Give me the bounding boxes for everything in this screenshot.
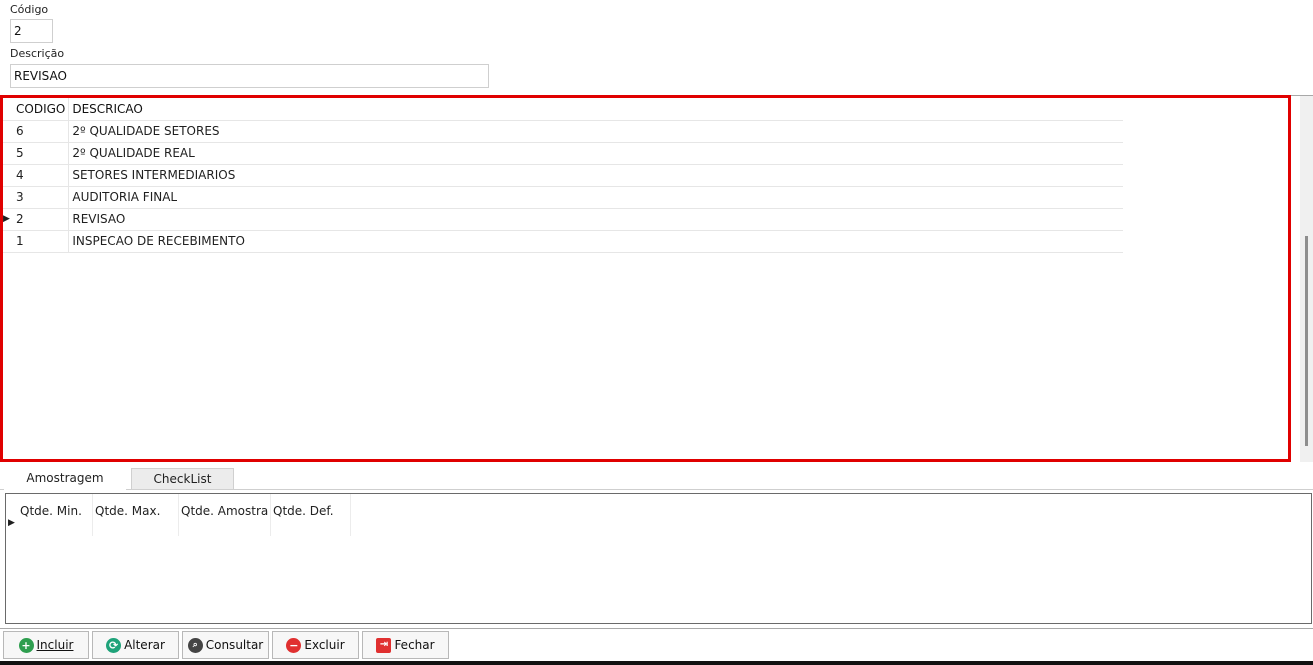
column-divider: [350, 494, 351, 536]
column-header-descricao[interactable]: DESCRICAO: [68, 98, 1123, 121]
row-indicator: [3, 186, 13, 209]
grid-header-row: CODIGO DESCRICAO: [3, 98, 1123, 121]
column-header-qtde-min[interactable]: Qtde. Min.: [20, 504, 82, 518]
consultar-label: Consultar: [205, 638, 264, 652]
vertical-scrollbar[interactable]: [1300, 96, 1313, 462]
incluir-button[interactable]: + Incluir: [3, 631, 89, 659]
plus-circle-icon: +: [18, 637, 34, 653]
row-indicator: [3, 164, 13, 187]
consultar-button[interactable]: ⌕ Consultar: [182, 631, 269, 659]
table-row[interactable]: 1 INSPECAO DE RECEBIMENTO: [3, 230, 1123, 253]
row-indicator: [3, 230, 13, 253]
column-divider: [178, 494, 179, 536]
column-header-qtde-max[interactable]: Qtde. Max.: [95, 504, 160, 518]
excluir-label: Excluir: [304, 638, 345, 652]
current-row-arrow-icon: ▶: [8, 518, 15, 528]
window-bottom-edge: [0, 661, 1313, 665]
cell-descricao: AUDITORIA FINAL: [68, 186, 1123, 209]
cell-descricao: 2º QUALIDADE REAL: [68, 142, 1123, 165]
cell-descricao: SETORES INTERMEDIARIOS: [68, 164, 1123, 187]
exit-icon: ⇥: [376, 637, 392, 653]
codigo-label: Código: [10, 3, 49, 16]
column-header-qtde-def[interactable]: Qtde. Def.: [273, 504, 334, 518]
column-divider: [270, 494, 271, 536]
column-header-qtde-amostra[interactable]: Qtde. Amostra: [181, 504, 268, 518]
cell-descricao: INSPECAO DE RECEBIMENTO: [68, 230, 1123, 253]
column-header-codigo[interactable]: CODIGO: [13, 98, 70, 121]
cell-codigo: 2: [13, 208, 70, 231]
tab-strip: Amostragem CheckList: [0, 466, 1313, 490]
tab-amostragem[interactable]: Amostragem: [4, 466, 126, 490]
table-row[interactable]: 5 2º QUALIDADE REAL: [3, 142, 1123, 165]
alterar-label: Alterar: [124, 638, 165, 652]
alterar-button[interactable]: ⟳ Alterar: [92, 631, 179, 659]
table-row[interactable]: ▶ 2 REVISAO: [3, 208, 1123, 231]
minus-circle-icon: −: [286, 637, 302, 653]
tab-checklist[interactable]: CheckList: [131, 468, 234, 490]
table-row[interactable]: 3 AUDITORIA FINAL: [3, 186, 1123, 209]
cell-codigo: 3: [13, 186, 70, 209]
codigo-field[interactable]: 2: [10, 19, 53, 43]
row-indicator: [3, 120, 13, 143]
cell-codigo: 1: [13, 230, 70, 253]
fechar-button[interactable]: ⇥ Fechar: [362, 631, 449, 659]
refresh-icon: ⟳: [106, 637, 122, 653]
cell-codigo: 6: [13, 120, 70, 143]
table-row[interactable]: 6 2º QUALIDADE SETORES: [3, 120, 1123, 143]
row-indicator: [3, 98, 13, 121]
incluir-label: Incluir: [36, 638, 74, 652]
fechar-label: Fechar: [394, 638, 435, 652]
descricao-field[interactable]: REVISAO: [10, 64, 489, 88]
main-grid[interactable]: CODIGO DESCRICAO 6 2º QUALIDADE SETORES …: [3, 98, 1123, 253]
table-row[interactable]: 4 SETORES INTERMEDIARIOS: [3, 164, 1123, 187]
current-row-arrow-icon: ▶: [3, 208, 13, 231]
cell-codigo: 4: [13, 164, 70, 187]
excluir-button[interactable]: − Excluir: [272, 631, 359, 659]
scrollbar-thumb[interactable]: [1305, 236, 1308, 446]
column-divider: [92, 494, 93, 536]
cell-descricao: REVISAO: [68, 208, 1123, 231]
cell-codigo: 5: [13, 142, 70, 165]
cell-descricao: 2º QUALIDADE SETORES: [68, 120, 1123, 143]
search-icon: ⌕: [187, 637, 203, 653]
descricao-label: Descrição: [10, 47, 65, 60]
row-indicator: [3, 142, 13, 165]
